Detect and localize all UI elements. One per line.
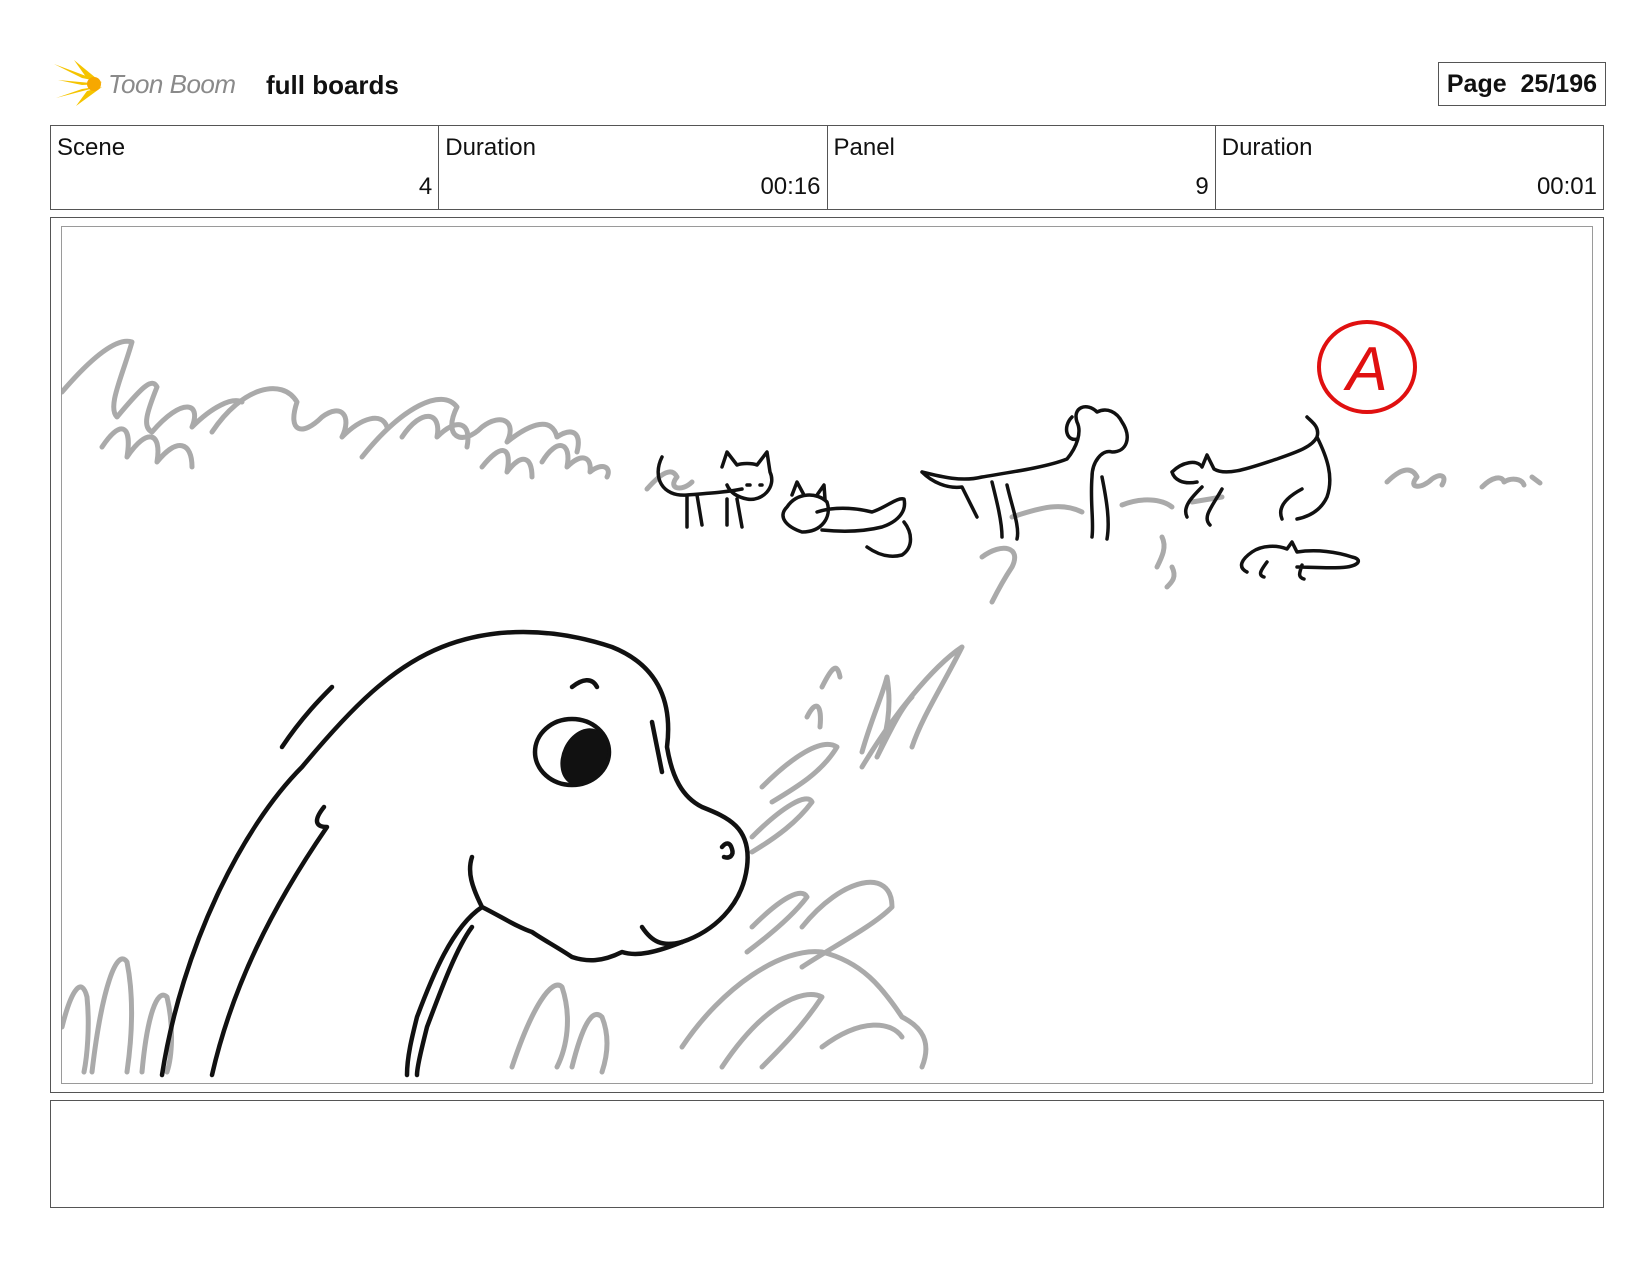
panel-duration-cell: Duration 00:01 — [1216, 126, 1603, 209]
annotation-letter: A — [1342, 335, 1387, 404]
starburst-icon — [54, 60, 102, 106]
panel-notes-box — [50, 1100, 1604, 1208]
scene-duration-label: Duration — [445, 134, 536, 161]
scene-value: 4 — [418, 173, 433, 200]
dog-running — [1170, 415, 1332, 527]
dog-large — [920, 405, 1129, 541]
scene-label: Scene — [57, 134, 126, 161]
scene-cell: Scene 4 — [51, 126, 440, 209]
page-number: 25/196 — [1520, 70, 1597, 98]
storyboard-panel: A — [50, 217, 1604, 1093]
page-header: Toon Boom full boards Page 25/196 — [52, 58, 1606, 108]
panel-duration-value: 00:01 — [1536, 173, 1597, 200]
document-title: full boards — [266, 70, 399, 100]
page-label: Page — [1446, 70, 1507, 98]
cat-running — [1239, 540, 1360, 581]
panel-label: Panel — [833, 134, 895, 161]
panel-drawing-area: A — [61, 226, 1593, 1084]
creature-character — [159, 629, 750, 1078]
panel-value: 9 — [1195, 173, 1209, 200]
panel-cell: Panel 9 — [828, 126, 1216, 209]
panel-sketch: A — [62, 320, 1543, 1078]
scene-duration-value: 00:16 — [760, 173, 821, 200]
animals-group — [656, 405, 1360, 581]
page-indicator: Page 25/196 — [1437, 62, 1606, 106]
panel-duration-label: Duration — [1221, 134, 1313, 161]
cat-lying — [781, 480, 913, 558]
logo-wordmark: Toon Boom — [108, 69, 236, 99]
scene-info-table: Scene 4 Duration 00:16 Panel 9 Duration … — [50, 125, 1604, 210]
toon-boom-logo: Toon Boom — [52, 58, 252, 108]
scene-duration-cell: Duration 00:16 — [439, 126, 828, 209]
grass-scribbles — [62, 338, 1543, 1075]
